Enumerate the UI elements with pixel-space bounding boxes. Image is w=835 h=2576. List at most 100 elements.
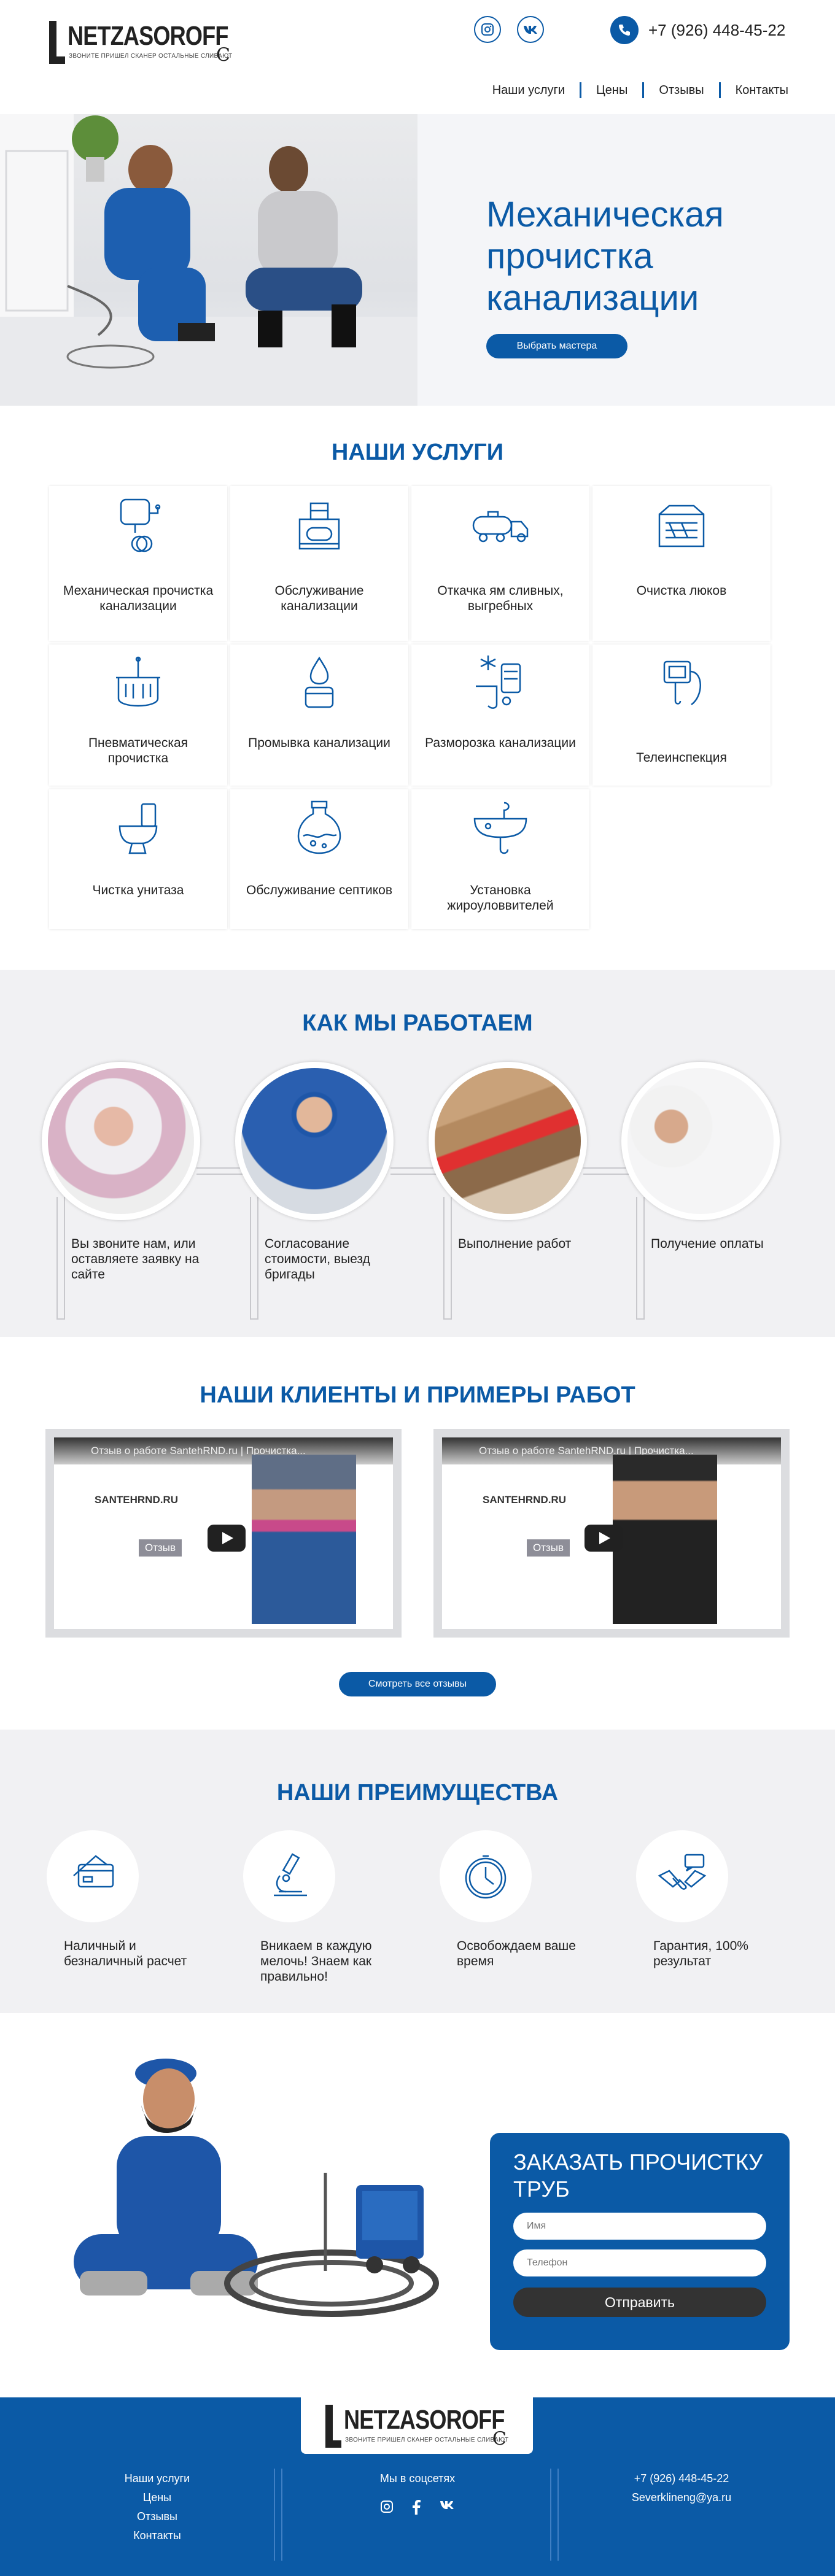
payment-card-icon [47, 1830, 139, 1922]
all-reviews-button[interactable]: Смотреть все отзывы [339, 1672, 496, 1696]
service-tile[interactable]: Механическая прочистка канализации [49, 486, 227, 641]
play-icon[interactable] [208, 1525, 246, 1552]
service-tile[interactable]: Телеинспекция [592, 644, 771, 786]
nav-reviews[interactable]: Отзывы [659, 83, 704, 98]
grease-trap-icon [473, 802, 527, 854]
pneumatic-icon [116, 656, 160, 707]
video-title: Отзыв о работе SantehRND.ru | Прочистка.… [442, 1437, 781, 1464]
hero-title: Механическая прочистка канализации [486, 195, 724, 318]
how-we-work-section: КАК МЫ РАБОТАЕМ Вы звоните нам, или оста… [0, 970, 835, 1337]
pipe-decoration [636, 1197, 645, 1320]
header-phone[interactable]: +7 (926) 448-45-22 [610, 16, 785, 44]
facebook-icon[interactable] [412, 2500, 421, 2518]
video-badge: Отзыв [139, 1539, 182, 1557]
social-label: Мы в соцсетях [379, 2472, 456, 2485]
play-icon[interactable] [584, 1525, 623, 1552]
logo-tagline: ЗВОНИТЕ ПРИШЕЛ СКАНЕР ОСТАЛЬНЫЕ СЛИВАЮТ [345, 2437, 509, 2443]
video-badge: Отзыв [527, 1539, 570, 1557]
service-label: Очистка люков [636, 584, 727, 598]
phone-input[interactable] [513, 2249, 766, 2276]
video-person [252, 1455, 356, 1624]
footer-social: Мы в соцсетях [356, 2472, 479, 2524]
phone-icon [610, 16, 639, 44]
footer-email[interactable]: Severklineng@ya.ru [632, 2491, 731, 2504]
logo-mark [325, 2405, 341, 2448]
flush-icon [305, 656, 334, 708]
footer-logo-mark: NETZASOROFF ЗВОНИТЕ ПРИШЕЛ СКАНЕР ОСТАЛЬ… [325, 2405, 510, 2451]
service-tile[interactable]: Очистка люков [592, 486, 771, 641]
nav-contacts[interactable]: Контакты [736, 83, 788, 98]
logo-suffix: С [216, 44, 230, 66]
site-logo[interactable]: NETZASOROFF ЗВОНИТЕ ПРИШЕЛ СКАНЕР ОСТАЛЬ… [49, 21, 233, 68]
how-title: КАК МЫ РАБОТАЕМ [302, 1010, 533, 1036]
service-label: Пневматическая прочистка [88, 736, 188, 765]
pipe-decoration [250, 1197, 258, 1320]
pipe-decoration [56, 1197, 65, 1320]
instagram-icon[interactable] [380, 2500, 394, 2518]
service-tile[interactable]: Установка жироуловвителей [411, 789, 589, 929]
service-label: Установка жироуловвителей [447, 883, 554, 913]
toilet-icon [118, 803, 158, 854]
service-tile[interactable]: Разморозка канализации [411, 644, 589, 786]
name-input[interactable] [513, 2213, 766, 2240]
work-step: Вы звоните нам, или оставляете заявку на… [42, 1062, 208, 1326]
footer-nav-reviews[interactable]: Отзывы [137, 2510, 177, 2523]
video-screen: Отзыв о работе SantehRND.ru | Прочистка.… [442, 1437, 781, 1629]
advantage-label: Гарантия, 100% результат [653, 1939, 748, 1968]
step-photo [429, 1062, 587, 1220]
instagram-icon[interactable] [474, 16, 501, 43]
handshake-icon [636, 1830, 728, 1922]
advantage-label: Наличный и безналичный расчет [64, 1939, 187, 1968]
service-tile[interactable]: Обслуживание канализации [230, 486, 408, 641]
hero-photo [0, 114, 418, 406]
header-phone-number: +7 (926) 448-45-22 [648, 20, 786, 39]
footer-nav: Наши услуги Цены Отзывы Контакты [114, 2472, 200, 2548]
video-screen: Отзыв о работе SantehRND.ru | Прочистка.… [54, 1437, 393, 1629]
step-label: Получение оплаты [651, 1237, 764, 1251]
footer-nav-services[interactable]: Наши услуги [125, 2472, 190, 2485]
step-photo [621, 1062, 780, 1220]
video-brand: SANTEHRND.RU [483, 1494, 566, 1506]
advantage-label: Вникаем в каждую мелочь! Знаем как прави… [260, 1939, 372, 1984]
footer-logo-inner: NETZASOROFF ЗВОНИТЕ ПРИШЕЛ СКАНЕР ОСТАЛЬ… [325, 2405, 510, 2451]
review-video-1[interactable]: Отзыв о работе SantehRND.ru | Прочистка.… [45, 1429, 402, 1638]
service-label: Откачка ям сливных, выгребных [437, 584, 564, 613]
footer-logo[interactable]: NETZASOROFF ЗВОНИТЕ ПРИШЕЛ СКАНЕР ОСТАЛЬ… [301, 2397, 533, 2454]
video-brand: SANTEHRND.RU [95, 1494, 178, 1506]
service-label: Обслуживание септиков [246, 883, 392, 897]
hero-section: Механическая прочистка канализации Выбра… [0, 114, 835, 406]
microscope-icon [243, 1830, 335, 1922]
footer-phone[interactable]: +7 (926) 448-45-22 [634, 2472, 729, 2485]
defrost-icon [476, 656, 521, 709]
logo-mark [49, 21, 65, 64]
nav-prices[interactable]: Цены [596, 83, 627, 98]
vk-icon[interactable] [439, 2500, 455, 2518]
nav-divider [580, 82, 581, 98]
pipe-decoration [443, 1197, 452, 1320]
advantages-section: НАШИ ПРЕИМУЩЕСТВА Наличный и безналичный… [0, 1730, 835, 2013]
service-tile[interactable]: Откачка ям сливных, выгребных [411, 486, 589, 641]
step-photo [235, 1062, 394, 1220]
pipe-decoration [550, 2469, 559, 2561]
service-tile[interactable]: Чистка унитаза [49, 789, 227, 929]
footer-contacts: +7 (926) 448-45-22 Severklineng@ya.ru [620, 2472, 743, 2510]
advantages-title: НАШИ ПРЕИМУЩЕСТВА [276, 1780, 559, 1806]
service-tile[interactable]: Обслуживание септиков [230, 789, 408, 929]
septic-icon [297, 800, 341, 854]
logo-name: NETZASOROFF [68, 21, 228, 51]
choose-master-button[interactable]: Выбрать мастера [486, 334, 627, 358]
service-tile[interactable]: Промывка канализации [230, 644, 408, 786]
tank-truck-icon [472, 511, 529, 543]
vk-icon[interactable] [517, 16, 544, 43]
order-section: ЗАКАЗАТЬ ПРОЧИСТКУ ТРУБ Отправить [0, 2013, 835, 2397]
nav-services[interactable]: Наши услуги [492, 83, 565, 98]
nav-divider [718, 82, 721, 98]
footer-nav-contacts[interactable]: Контакты [133, 2529, 181, 2542]
service-tile[interactable]: Пневматическая прочистка [49, 644, 227, 786]
service-label: Промывка канализации [248, 736, 390, 750]
main-nav: Наши услуги Цены Отзывы Контакты [492, 82, 788, 98]
submit-button[interactable]: Отправить [513, 2288, 766, 2317]
footer-nav-prices[interactable]: Цены [143, 2491, 171, 2504]
review-video-2[interactable]: Отзыв о работе SantehRND.ru | Прочистка.… [433, 1429, 790, 1638]
step-label: Выполнение работ [458, 1237, 572, 1251]
